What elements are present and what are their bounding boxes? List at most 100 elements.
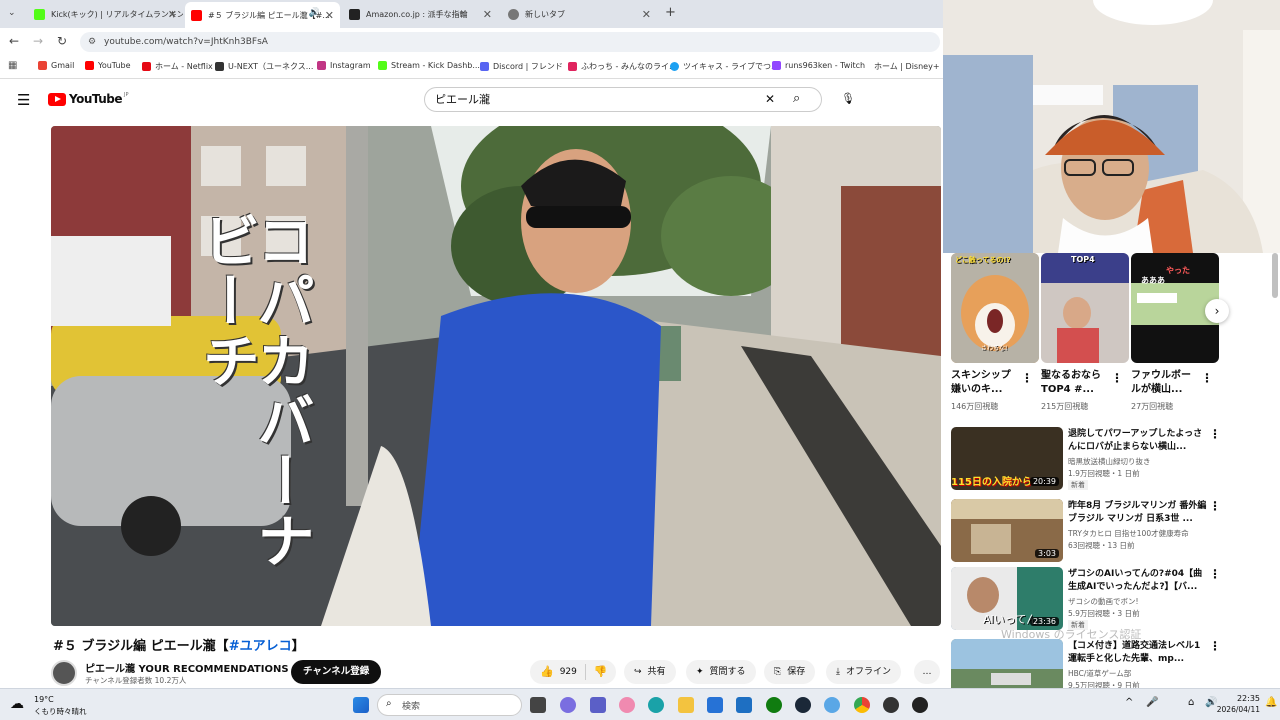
offline-button[interactable]: ⤓ オフライン	[826, 660, 901, 684]
speaker-icon[interactable]: 🔊	[309, 8, 320, 18]
video-player[interactable]: コパカバーナ ビーチ	[51, 126, 941, 626]
channel-name[interactable]: 暗黒放送横山緑切り抜き	[1068, 456, 1151, 467]
ask-button[interactable]: ✦ 質問する	[686, 660, 756, 684]
close-tab-icon[interactable]: ✕	[168, 8, 177, 21]
recommendation-item[interactable]: AIいってん 23:36 ザコシのAIいってんの?#04【曲生成AIでいったんだ…	[951, 567, 1271, 633]
video-thumbnail[interactable]	[951, 639, 1063, 688]
channel-name[interactable]: HBC/道草ゲーム部	[1068, 668, 1131, 679]
more-icon[interactable]: ⋮	[1209, 639, 1221, 653]
tab-new[interactable]: 新しいタブ ✕	[502, 3, 657, 25]
short-more-icon[interactable]: ⋮	[1111, 371, 1123, 385]
share-button[interactable]: ↪ 共有	[624, 660, 676, 684]
tab-kick[interactable]: Kick(キック) | リアルタイムランキング ✕	[28, 3, 183, 25]
subscribe-button[interactable]: チャンネル登録	[291, 660, 382, 684]
recommendation-item[interactable]: 115日の入院から 20:39 退院してパワーアップしたよっさんにロバが止まらな…	[951, 427, 1271, 493]
bookmark-unext[interactable]: U-NEXT（ユーネクス...	[215, 61, 313, 72]
chrome-icon[interactable]	[854, 697, 870, 713]
video-thumbnail[interactable]: AIいってん 23:36	[951, 567, 1063, 630]
bookmark-instagram[interactable]: Instagram	[317, 61, 371, 70]
site-info-icon[interactable]: ⚙	[88, 32, 96, 52]
channel-name[interactable]: ピエール瀧 YOUR RECOMMENDATIONS	[85, 660, 289, 675]
copilot-icon[interactable]	[560, 697, 576, 713]
reload-icon[interactable]: ↻	[57, 34, 67, 48]
hamburger-menu-icon[interactable]: ☰	[17, 91, 30, 109]
thumbs-down-icon[interactable]: 👎	[594, 660, 608, 684]
more-icon[interactable]: ⋮	[1209, 499, 1221, 513]
teams-icon[interactable]	[590, 697, 606, 713]
like-button[interactable]: 👍 929	[530, 660, 577, 684]
close-tab-icon[interactable]: ✕	[642, 8, 651, 21]
more-icon[interactable]: ⋮	[1209, 567, 1221, 581]
recommendation-item[interactable]: 3:03 昨年8月 ブラジルマリンガ 番外編 ブラジル マリンガ 日系3世 ..…	[951, 499, 1271, 565]
short-title[interactable]: 聖なるおならTOP4 #...	[1041, 369, 1107, 397]
short-title[interactable]: スキンシップ嫌いのキ...	[951, 369, 1017, 397]
video-title[interactable]: 退院してパワーアップしたよっさんにロバが止まらない横山...	[1068, 428, 1208, 454]
file-explorer-icon[interactable]	[678, 697, 694, 713]
search-input[interactable]: ピエール瀧 ✕ ⌕	[424, 87, 822, 112]
short-title[interactable]: ファウルボールが横山...	[1131, 369, 1197, 397]
clock-date[interactable]: 2026/04/11	[1212, 705, 1260, 714]
youtube-logo[interactable]: YouTube JP	[48, 92, 129, 106]
tab-youtube[interactable]: #５ ブラジル編 ピエール瀧【#... 🔊 ✕	[185, 2, 340, 28]
bookmark-youtube[interactable]: YouTube	[85, 61, 131, 70]
more-actions-button[interactable]: …	[914, 660, 940, 684]
network-icon[interactable]: ⌂	[1188, 697, 1194, 708]
taskbar-search[interactable]: ⌕ 検索	[377, 694, 522, 716]
channel-name[interactable]: TRYタカヒロ 目指せ100才健康寿命	[1068, 528, 1189, 539]
video-title-suffix: 】	[291, 639, 305, 654]
obs-icon[interactable]	[883, 697, 899, 713]
clock-time[interactable]: 22:35	[1222, 694, 1260, 703]
bookmark-gmail[interactable]: Gmail	[38, 61, 74, 70]
page-scrollbar[interactable]	[1272, 253, 1278, 298]
video-thumbnail[interactable]: 3:03	[951, 499, 1063, 562]
start-button-icon[interactable]	[353, 697, 369, 713]
shorts-next-button[interactable]: ›	[1205, 299, 1229, 323]
store-icon[interactable]	[707, 697, 723, 713]
short-card-1[interactable]: どこ触ってるの!? さわるな!	[951, 253, 1039, 363]
url-input[interactable]: ⚙ youtube.com/watch?v=JhtKnh3BFsA	[80, 32, 940, 52]
notification-bell-icon[interactable]: 🔔	[1265, 697, 1277, 708]
tab-search-icon[interactable]: ⌄	[8, 8, 16, 18]
xbox-icon[interactable]	[766, 697, 782, 713]
clear-search-icon[interactable]: ✕	[765, 88, 775, 111]
video-thumbnail[interactable]: 115日の入院から 20:39	[951, 427, 1063, 490]
bookmark-netflix[interactable]: ホーム - Netflix	[142, 61, 213, 72]
bookmark-fuwacchi[interactable]: ふわっち - みんなのライ...	[568, 61, 677, 72]
video-title[interactable]: 昨年8月 ブラジルマリンガ 番外編 ブラジル マリンガ 日系3世 ...	[1068, 500, 1208, 526]
voice-search-icon[interactable]: 🎙	[838, 89, 858, 109]
bookmark-kick[interactable]: Stream - Kick Dashb...	[378, 61, 480, 70]
outlook-icon[interactable]	[736, 697, 752, 713]
bookmark-discord[interactable]: Discord | フレンド	[480, 61, 563, 72]
edge-icon[interactable]	[648, 697, 664, 713]
channel-name[interactable]: ザコシの動画でボン!	[1068, 596, 1139, 607]
weather-widget[interactable]: ☁ 19°C くもり時々晴れ	[10, 692, 90, 718]
video-title-hashtag[interactable]: #ユアレコ	[229, 639, 292, 654]
bookmark-twitcasting[interactable]: ツイキャス - ライブでつ...	[670, 61, 779, 72]
tab-amazon[interactable]: Amazon.co.jp : 派手な指輪 ✕	[343, 3, 498, 25]
video-title[interactable]: 【コメ付き】道路交通法レベル1運転手と化した先輩、mp...	[1068, 640, 1208, 666]
short-more-icon[interactable]: ⋮	[1021, 371, 1033, 385]
more-icon[interactable]: ⋮	[1209, 427, 1221, 441]
steam-icon[interactable]	[795, 697, 811, 713]
tray-chevron-icon[interactable]: ^	[1125, 697, 1133, 708]
bookmark-disney[interactable]: ホーム | Disney+(デ...	[870, 61, 940, 72]
video-title[interactable]: ザコシのAIいってんの?#04【曲生成AIでいったんだよ?】【バ...	[1068, 568, 1208, 594]
task-view-icon[interactable]	[530, 697, 546, 713]
channel-avatar[interactable]	[51, 660, 77, 686]
microphone-icon[interactable]: 🎤	[1146, 697, 1158, 708]
save-button[interactable]: ⎘ 保存	[764, 660, 816, 684]
search-icon[interactable]: ⌕	[793, 87, 800, 110]
close-tab-icon[interactable]: ✕	[325, 9, 334, 22]
short-card-2[interactable]: TOP4	[1041, 253, 1129, 363]
forward-icon[interactable]: →	[33, 34, 43, 48]
pink-app-icon[interactable]	[619, 697, 635, 713]
media-app-icon[interactable]	[912, 697, 928, 713]
new-tab-button[interactable]: +	[665, 5, 676, 20]
recommendation-item[interactable]: 【コメ付き】道路交通法レベル1運転手と化した先輩、mp... HBC/道草ゲーム…	[951, 639, 1271, 688]
bookmark-twitch[interactable]: runs963ken - Twitch	[772, 61, 865, 70]
app-icon[interactable]	[824, 697, 840, 713]
short-more-icon[interactable]: ⋮	[1201, 371, 1213, 385]
back-icon[interactable]: ←	[9, 34, 19, 48]
apps-grid-icon[interactable]: ▦	[8, 60, 17, 71]
close-tab-icon[interactable]: ✕	[483, 8, 492, 21]
